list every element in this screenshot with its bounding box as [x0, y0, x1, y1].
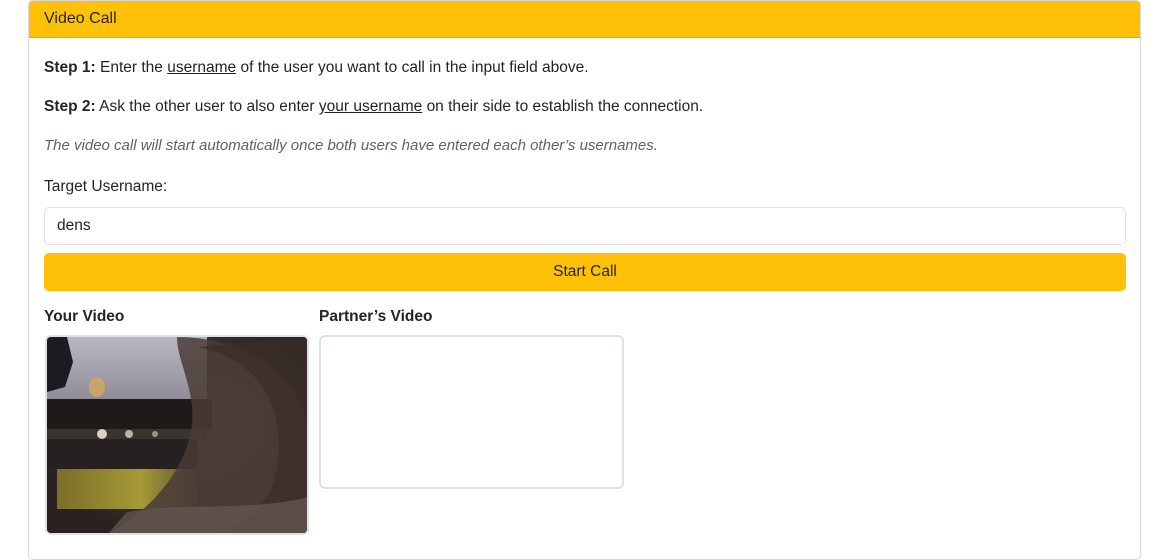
step-2-text-post: on their side to establish the connectio… [426, 98, 704, 115]
step-1-text-pre: Enter the [100, 59, 163, 76]
start-call-button[interactable]: Start Call [44, 253, 1126, 291]
step-2-instruction: Step 2: Ask the other user to also enter… [44, 97, 703, 117]
step-1-text-post: of the user you want to call in the inpu… [240, 59, 589, 76]
auto-start-note: The video call will start automatically … [44, 137, 658, 154]
local-video-feed [45, 335, 309, 535]
your-video-title: Your Video [44, 308, 125, 325]
step-2-text-pre: Ask the other user to also enter [99, 98, 315, 115]
step-1-instruction: Step 1: Enter the username of the user y… [44, 58, 589, 78]
partner-video-title: Partner’s Video [319, 308, 433, 325]
step-2-label: Step 2: [44, 98, 96, 115]
webcam-frame-image [47, 337, 307, 533]
video-call-card: Video Call Step 1: Enter the username of… [28, 0, 1141, 560]
step-2-username-link: your username [318, 98, 423, 115]
remote-video-feed [319, 335, 624, 489]
card-title: Video Call [44, 10, 117, 27]
step-1-label: Step 1: [44, 59, 96, 76]
card-header: Video Call [29, 1, 1140, 38]
target-username-input[interactable] [44, 207, 1126, 245]
target-username-label: Target Username: [44, 178, 168, 195]
step-1-username-link: username [167, 59, 237, 76]
